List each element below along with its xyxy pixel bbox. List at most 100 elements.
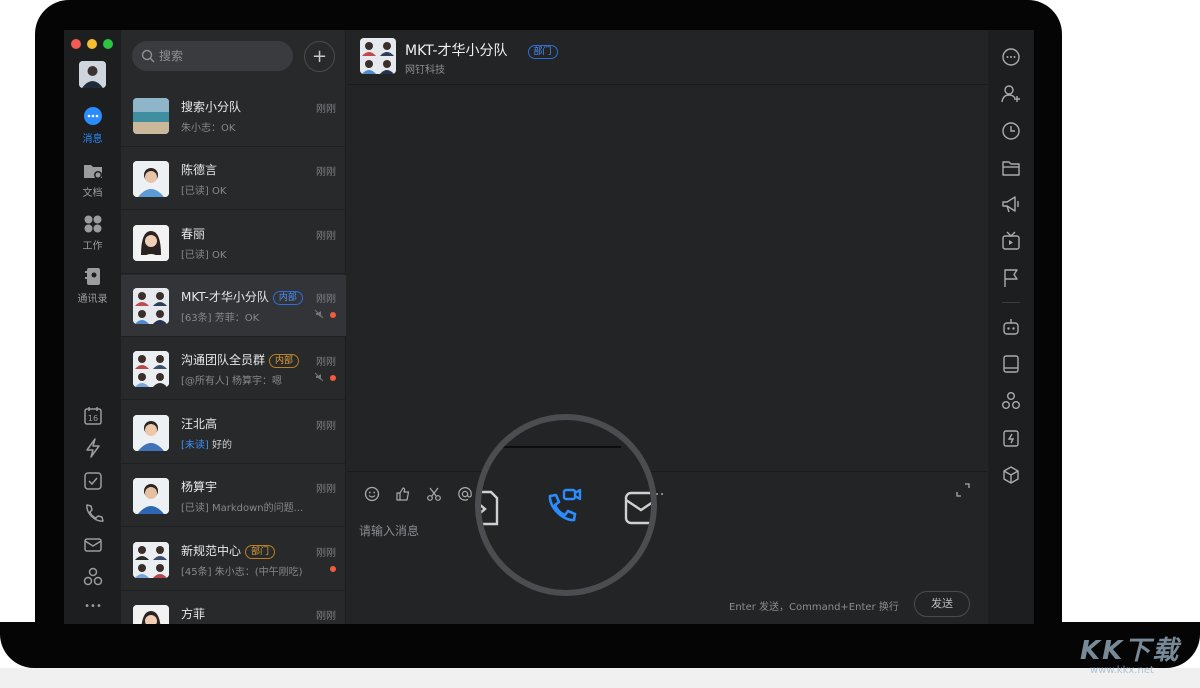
group-avatar-icon (133, 351, 169, 387)
my-avatar[interactable] (79, 61, 106, 88)
contact-avatar (133, 478, 169, 514)
group-avatar[interactable] (360, 38, 396, 74)
history-icon[interactable] (1000, 120, 1022, 142)
message-composer: 请输入消息 Enter 发送，Command+Enter 换行 发送 (347, 471, 987, 624)
send-button[interactable]: 发送 (914, 591, 970, 617)
list-item[interactable]: 新规范中心 部门 刚刚 [45条] 朱小志：(中午刚吃) (121, 529, 346, 591)
robot-icon[interactable] (1000, 316, 1022, 338)
search-input[interactable]: 搜索 (132, 41, 293, 71)
add-member-icon[interactable] (1000, 83, 1022, 105)
chat-bubble-icon (83, 107, 102, 125)
conversation-name: 汪北高 (181, 417, 218, 431)
app-window: 消息 文档 工作 通讯录 16 ••• 搜索 + 搜索小分队 刚刚 朱小志：OK… (64, 30, 989, 624)
minimize-window-button[interactable] (87, 39, 97, 49)
conversation-time: 刚刚 (316, 357, 336, 368)
send-hint: Enter 发送，Command+Enter 换行 (729, 602, 899, 613)
apps-button[interactable] (82, 566, 104, 588)
person-avatar-icon (133, 161, 169, 197)
zoom-window-button[interactable] (103, 39, 113, 49)
at-icon[interactable] (457, 486, 473, 502)
conversation-name-text: 沟通团队全员群 (181, 353, 266, 367)
conversation-name-text: MKT-才华小分队 (181, 290, 269, 304)
flag-icon[interactable] (1000, 267, 1022, 289)
apps-icon (83, 567, 103, 586)
unread-dot (330, 312, 336, 318)
more-circle-icon[interactable] (1000, 46, 1022, 68)
nav-label: 通讯录 (77, 294, 108, 305)
unread-dot (330, 566, 336, 572)
tag-badge: 部门 (527, 45, 558, 59)
watermark: KK下载 www.kkx.net (1080, 630, 1198, 686)
phone-button[interactable] (82, 502, 104, 524)
notebook-icon[interactable] (1000, 353, 1022, 375)
more-icon[interactable]: ••• (82, 596, 104, 618)
close-window-button[interactable] (71, 39, 81, 49)
nav-label: 文档 (82, 188, 103, 199)
conversation-name: 搜索小分队 (181, 100, 242, 114)
list-item[interactable]: MKT-才华小分队 内部 刚刚 [63条] 芳菲：OK (121, 275, 346, 337)
ding-button[interactable] (82, 437, 104, 459)
emoji-icon[interactable] (364, 486, 380, 502)
todo-button[interactable] (82, 470, 104, 492)
person-avatar-icon (133, 605, 169, 624)
conversation-preview: [已读] Markdown的问题... (181, 503, 304, 514)
search-icon (141, 49, 155, 63)
conversation-time: 刚刚 (316, 421, 336, 432)
tag-badge: 内部 (272, 291, 303, 305)
watermark-logo: KK下载 (1080, 636, 1181, 666)
flash-card-icon[interactable] (1000, 427, 1022, 449)
conversation-time: 刚刚 (316, 611, 336, 622)
mail-button[interactable] (82, 534, 104, 556)
calendar-button[interactable]: 16 (82, 405, 104, 427)
add-button[interactable]: + (304, 41, 335, 72)
chat-header: MKT-才华小分队 部门 网钉科技 (347, 30, 987, 85)
nav-label: 消息 (82, 134, 103, 145)
nav-label: 工作 (82, 241, 103, 252)
lightning-icon (86, 438, 100, 458)
message-input[interactable]: 请输入消息 (359, 522, 419, 539)
right-tool-bar (988, 30, 1034, 624)
thumbs-up-icon[interactable] (395, 486, 411, 502)
conversation-name: 杨算宇 (181, 480, 218, 494)
scissors-icon[interactable] (426, 486, 442, 502)
list-item[interactable]: 汪北高 刚刚 [未读] 好的 (121, 402, 346, 464)
divider (1002, 302, 1020, 303)
conversation-name: 沟通团队全员群 内部 (181, 351, 300, 368)
list-item[interactable]: 春丽 刚刚 [已读] OK (121, 212, 346, 274)
group-avatar (133, 351, 169, 387)
phone-icon (86, 504, 104, 522)
contact-avatar (133, 161, 169, 197)
conversation-preview: [63条] 芳菲：OK (181, 313, 260, 324)
video-call-icon[interactable] (544, 486, 584, 526)
list-item[interactable]: 杨算宇 刚刚 [已读] Markdown的问题... (121, 465, 346, 527)
tag-badge: 内部 (269, 354, 300, 368)
nav-item-work[interactable]: 工作 (64, 213, 121, 252)
list-item[interactable]: 方菲 刚刚 (121, 592, 346, 624)
nav-item-contacts[interactable]: 通讯录 (64, 266, 121, 305)
live-icon[interactable] (1000, 230, 1022, 252)
file-send-icon[interactable] (477, 490, 499, 526)
chat-panel: MKT-才华小分队 部门 网钉科技 请输入消息 Enter 发送，Command+… (347, 30, 987, 624)
contact-avatar (133, 225, 169, 261)
nav-item-messages[interactable]: 消息 (64, 106, 121, 145)
group-avatar (133, 98, 169, 134)
contacts-book-icon (84, 268, 100, 285)
list-item[interactable]: 搜索小分队 刚刚 朱小志：OK (121, 85, 346, 147)
group-avatar (133, 542, 169, 578)
nav-item-docs[interactable]: 文档 (64, 160, 121, 199)
apps-icon[interactable] (1000, 390, 1022, 412)
expand-icon[interactable] (956, 483, 970, 497)
list-item[interactable]: 陈德言 刚刚 [已读] OK (121, 148, 346, 210)
conversation-name: MKT-才华小分队 内部 (181, 288, 303, 305)
folder-icon[interactable] (1000, 157, 1022, 179)
lens-divider (501, 446, 621, 448)
announcement-icon[interactable] (1000, 193, 1022, 215)
calendar-icon: 16 (84, 407, 102, 425)
mail-icon[interactable] (623, 490, 657, 526)
contact-avatar (133, 415, 169, 451)
conversation-preview: [@所有人] 杨算宇：嗯 (181, 376, 282, 387)
cube-icon[interactable] (1000, 464, 1022, 486)
contact-avatar (133, 605, 169, 624)
mail-icon (84, 538, 102, 552)
list-item[interactable]: 沟通团队全员群 内部 刚刚 [@所有人] 杨算宇：嗯 (121, 338, 346, 400)
